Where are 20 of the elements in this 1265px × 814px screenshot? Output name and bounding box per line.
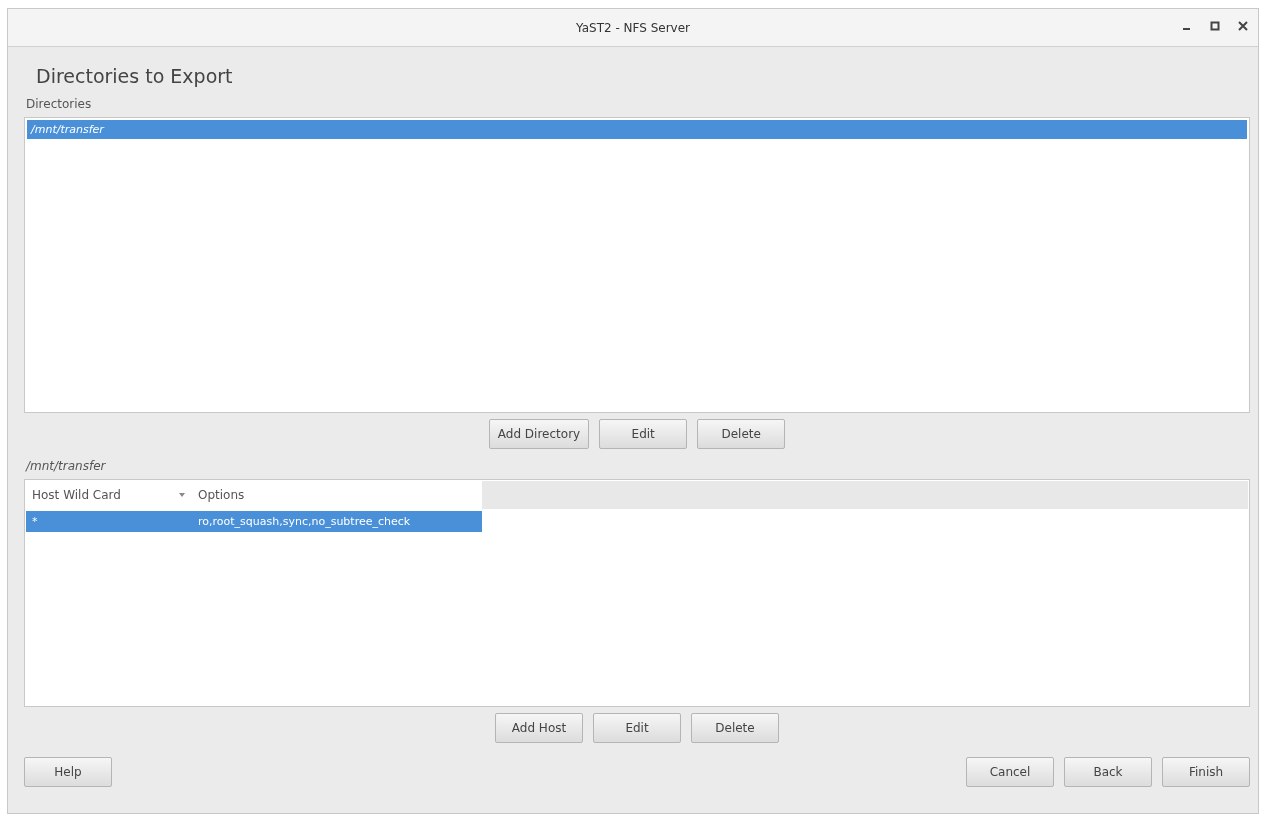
button[interactable]: Edit [593, 713, 681, 743]
close-icon[interactable] [1236, 19, 1250, 33]
button[interactable]: Help [24, 757, 112, 787]
column-header[interactable]: Host Wild Card [26, 481, 192, 509]
table-label: /mnt/transfer [26, 459, 107, 473]
table-cell: ro,root_squash,sync,no_subtree_check [192, 511, 482, 532]
table-cell: * [26, 511, 192, 532]
window-title: YaST2 - NFS Server [576, 20, 690, 35]
button[interactable]: Delete [691, 713, 779, 743]
button[interactable]: Add Directory [488, 419, 590, 449]
button[interactable]: Finish [1162, 757, 1250, 787]
maximize-icon[interactable] [1208, 19, 1222, 33]
column-header[interactable]: Options [192, 481, 482, 509]
button[interactable]: Edit [599, 419, 688, 449]
button[interactable]: Cancel [966, 757, 1054, 787]
button[interactable]: Delete [697, 419, 786, 449]
button[interactable]: Add Host [495, 713, 583, 743]
list-label: Directories [26, 97, 93, 111]
page-heading: Directories to Export [36, 65, 234, 87]
button[interactable]: Back [1064, 757, 1152, 787]
